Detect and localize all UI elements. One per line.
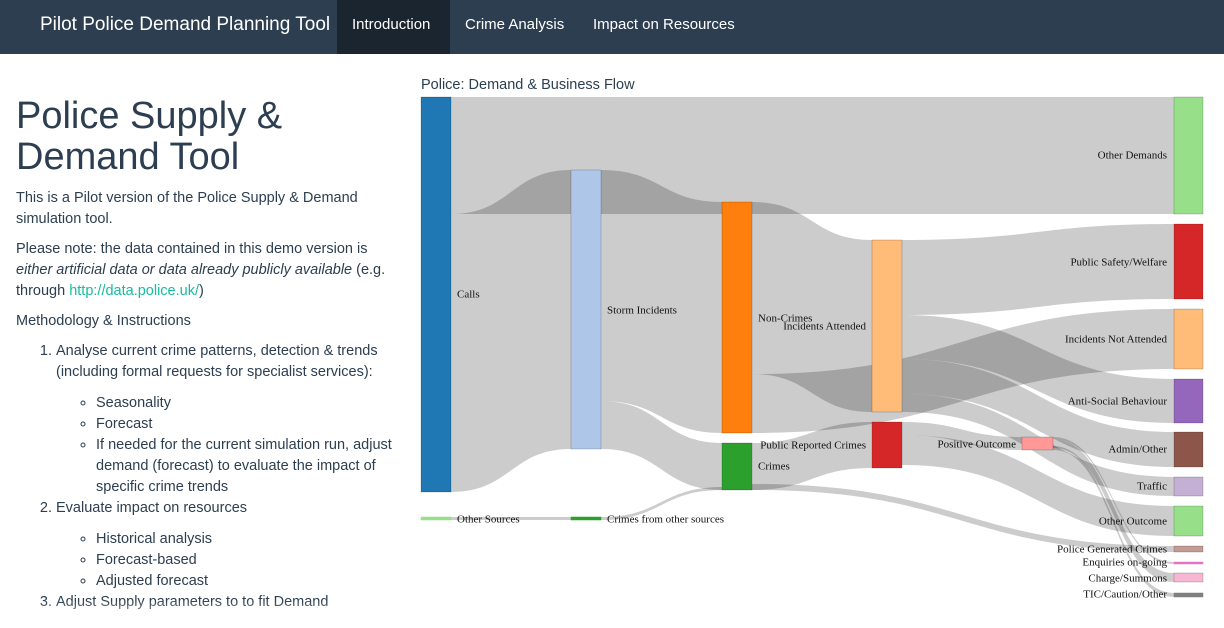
- sankey-label-admin: Admin/Other: [1108, 444, 1167, 456]
- sankey-node-noncrimes[interactable]: [721, 201, 753, 434]
- sankey-label-positive: Positive Outcome: [937, 439, 1016, 451]
- sankey-link-attended-to-public_safety[interactable]: [902, 224, 1174, 315]
- sankey-node-tic[interactable]: [1173, 592, 1204, 598]
- sankey-node-crimes-other[interactable]: [570, 516, 602, 521]
- sankey-node-admin[interactable]: [1173, 431, 1204, 468]
- sankey-label-tic: TIC/Caution/Other: [1083, 589, 1167, 601]
- sankey-label-attended: Incidents Attended: [783, 321, 866, 333]
- sankey-node-public-safety[interactable]: [1173, 223, 1204, 300]
- sankey-node-charge[interactable]: [1173, 572, 1204, 583]
- sankey-link-calls-to-storm[interactable]: [451, 170, 571, 492]
- sankey-node-other-demands[interactable]: [1173, 96, 1204, 215]
- sankey-label-storm: Storm Incidents: [607, 305, 677, 317]
- sankey-links: [451, 97, 1174, 597]
- sankey-node-attended[interactable]: [871, 239, 903, 413]
- sankey-node-asb[interactable]: [1173, 378, 1204, 424]
- sankey-label-crimes-other: Crimes from other sources: [607, 514, 724, 526]
- sankey-node-positive[interactable]: [1021, 436, 1054, 451]
- sankey-label-enquiries: Enquiries on-going: [1082, 557, 1167, 569]
- sankey-node-enquiries[interactable]: [1173, 561, 1204, 565]
- sankey-label-other-outcome: Other Outcome: [1099, 516, 1167, 528]
- sankey-label-crimes: Crimes: [758, 461, 790, 473]
- sankey-node-police-generated[interactable]: [1173, 545, 1204, 553]
- sankey-label-not-attended: Incidents Not Attended: [1065, 334, 1168, 346]
- sankey-label-other-sources: Other Sources: [457, 514, 520, 526]
- sankey-diagram: Calls Other Sources Storm Incidents Crimes …: [420, 96, 1204, 601]
- sankey-label-asb: Anti-Social Behaviour: [1068, 396, 1168, 408]
- sankey-node-crimes[interactable]: [721, 442, 753, 491]
- sankey-node-public-reported[interactable]: [871, 421, 903, 469]
- sankey-label-traffic: Traffic: [1137, 481, 1167, 493]
- sankey-node-not-attended[interactable]: [1173, 308, 1204, 370]
- sankey-label-calls: Calls: [457, 289, 480, 301]
- sankey-node-storm[interactable]: [570, 169, 602, 450]
- sankey-label-public-safety: Public Safety/Welfare: [1070, 257, 1167, 269]
- sankey-node-calls[interactable]: [420, 96, 452, 493]
- sankey-label-charge: Charge/Summons: [1088, 573, 1167, 585]
- sankey-node-traffic[interactable]: [1173, 476, 1204, 497]
- sankey-node-other-sources[interactable]: [420, 516, 452, 521]
- sankey-label-police-generated: Police Generated Crimes: [1057, 544, 1167, 556]
- sankey-node-other-outcome[interactable]: [1173, 505, 1204, 537]
- sankey-label-public-reported: Public Reported Crimes: [760, 440, 866, 452]
- sankey-link-storm-to-noncrimes[interactable]: [601, 170, 722, 433]
- sankey-label-other-demands: Other Demands: [1098, 150, 1167, 162]
